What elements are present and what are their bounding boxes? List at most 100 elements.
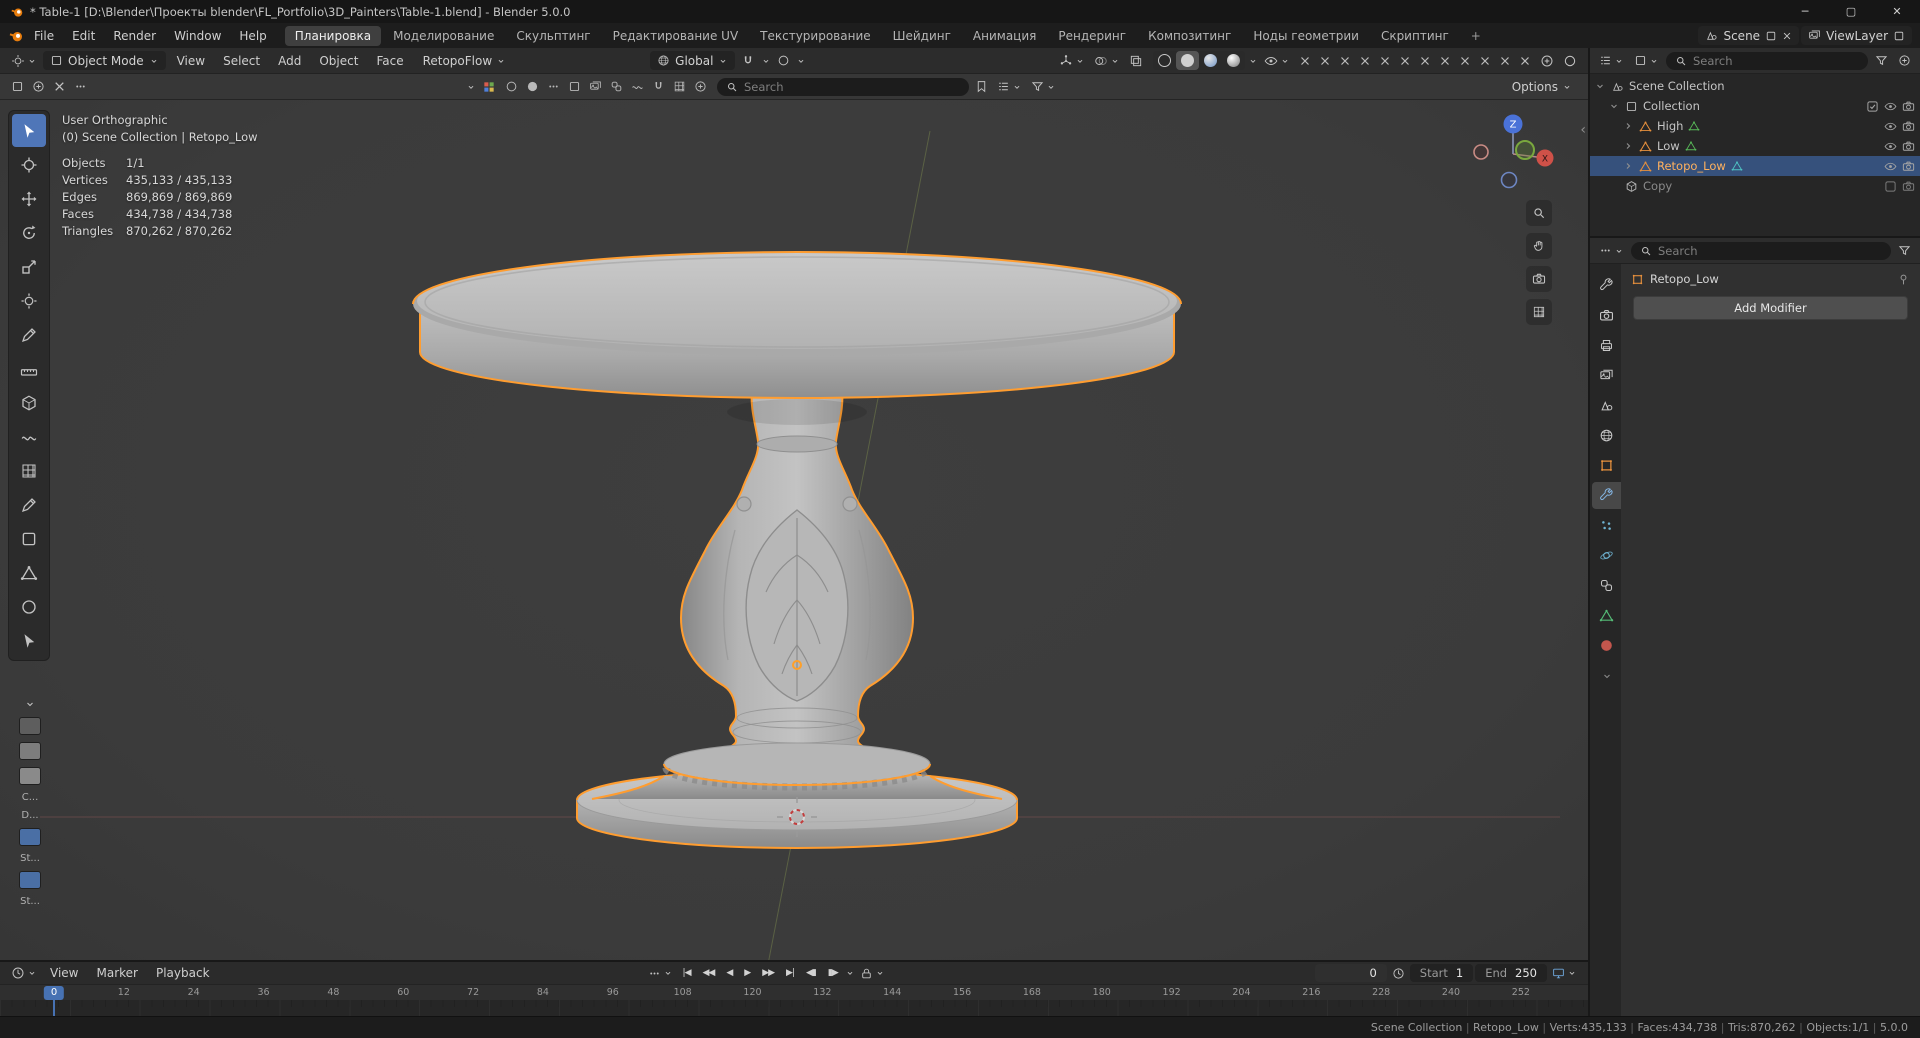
copy-viewlayer-icon[interactable] [1893,30,1905,42]
camera-icon[interactable] [1902,160,1915,173]
pan-button[interactable] [1526,233,1552,259]
side-label[interactable]: D... [21,810,38,821]
properties-search-input[interactable]: Search [1631,241,1891,260]
sidebar-toggle[interactable]: ‹ [1580,122,1586,138]
transport-prev-keyframe[interactable]: ◀◀ [698,966,720,980]
select-mode-extend[interactable] [29,78,48,95]
tool-setting-circle[interactable] [691,78,710,95]
addon-tool-button-7[interactable] [1416,53,1434,69]
tool-rf-patches[interactable] [12,522,46,555]
visibility-dropdown[interactable] [1261,52,1293,70]
properties-tab-output[interactable] [1592,332,1621,359]
navigation-gizmo[interactable]: Z X [1468,106,1558,196]
timeline-menu-3[interactable]: Playback [148,964,218,982]
editor-type-button[interactable] [8,52,40,70]
y-axis-ball[interactable] [1515,140,1535,160]
scene-selector[interactable]: Scene [1698,26,1800,45]
chevron-right-icon[interactable] [1622,160,1634,172]
step-frame-back[interactable]: ◀▮ [801,966,821,980]
workspace-tab-4[interactable]: Редактирование UV [603,26,749,46]
xray-toggle[interactable] [1126,52,1146,70]
viewport-menu-4[interactable]: Object [311,52,366,70]
workspace-tab-7[interactable]: Анимация [963,26,1046,46]
chevron-down-icon[interactable] [466,82,476,92]
outliner-row[interactable]: Copy [1590,176,1920,196]
side-swatch[interactable] [19,871,41,889]
minimize-button[interactable]: ─ [1782,0,1828,23]
properties-filter-button[interactable] [1895,242,1914,259]
keying-options-chevron-icon[interactable] [845,968,855,978]
playback-sync-dropdown[interactable] [645,965,676,982]
properties-tab-material[interactable] [1592,632,1621,659]
snap-options-chevron-icon[interactable] [761,56,771,66]
add-modifier-button[interactable]: Add Modifier [1633,296,1908,320]
app-menu-4[interactable]: Window [166,27,229,45]
current-frame-indicator[interactable]: 0 [43,986,65,1000]
3d-viewport[interactable]: C... D... St... St... User Orthographic (0)… [0,100,1588,960]
tool-rf-tweak[interactable] [12,624,46,657]
workspace-tab-11[interactable]: Скриптинг [1371,26,1459,46]
circle-button[interactable] [1560,52,1580,70]
outliner-display-mode-button[interactable] [1631,52,1662,69]
camera-icon[interactable] [1902,120,1915,133]
proportional-edit-toggle[interactable] [774,52,793,69]
mode-selector[interactable]: Object Mode [43,51,166,70]
addon-tool-button-9[interactable] [1456,53,1474,69]
workspace-add-button[interactable]: + [1461,26,1491,46]
bookmark-button[interactable] [972,78,991,95]
timeline-menu-2[interactable]: Marker [88,964,145,982]
snap-toggle[interactable] [738,52,758,70]
workspace-tab-10[interactable]: Ноды геометрии [1243,26,1369,46]
table-object[interactable] [412,251,1182,849]
properties-tab-physics[interactable] [1592,542,1621,569]
outliner-row[interactable]: Retopo_Low [1590,156,1920,176]
unlink-scene-icon[interactable] [1782,31,1792,41]
properties-tab-tool[interactable] [1592,272,1621,299]
lock-toggle[interactable] [857,965,888,982]
timeline-track[interactable] [0,1000,1588,1016]
tool-rf-polypen[interactable] [12,556,46,589]
tool-add-cube[interactable] [12,386,46,419]
outliner-editor-type-button[interactable] [1596,52,1627,69]
tool-rf-strokes[interactable] [12,488,46,521]
chevron-down-icon[interactable] [1608,100,1620,112]
tool-rotate[interactable] [12,216,46,249]
current-frame-field[interactable]: 0 [1314,964,1387,982]
neg-x-axis-ball[interactable] [1473,144,1489,160]
side-swatch[interactable] [19,717,41,735]
properties-tab-render[interactable] [1592,302,1621,329]
tool-search-input[interactable]: Search [717,77,969,96]
shading-rendered-button[interactable] [1222,51,1245,70]
workspace-tab-1[interactable]: Планировка [284,25,382,46]
tool-setting-mirror[interactable] [607,78,626,95]
side-swatch[interactable] [19,767,41,785]
neg-z-axis-ball[interactable] [1500,171,1518,189]
tool-cursor[interactable] [12,148,46,181]
outliner-search-input[interactable]: Search [1666,51,1868,70]
options-menu[interactable]: Options [1504,78,1580,96]
timeline-editor-type-button[interactable] [8,964,40,982]
color-palette-button[interactable] [479,78,499,96]
select-mode-new[interactable] [8,78,27,95]
outliner-row[interactable]: High [1590,116,1920,136]
properties-tab-view-layer[interactable] [1592,362,1621,389]
side-swatch[interactable] [19,828,41,846]
blender-app-menu-icon[interactable] [8,28,24,44]
eye-icon[interactable] [1884,100,1897,113]
camera-icon[interactable] [1902,100,1915,113]
tool-setting-layers[interactable] [586,78,605,95]
transport-play-reverse[interactable]: ◀ [721,966,737,980]
shading-options-chevron-icon[interactable] [1248,56,1258,66]
transport-next-keyframe[interactable]: ▶▶ [757,966,779,980]
properties-tab-scene[interactable] [1592,392,1621,419]
transport-jump-end[interactable]: ▶| [781,966,799,980]
addon-tool-button-4[interactable] [1356,53,1374,69]
chevron-down-icon[interactable] [24,698,36,710]
breadcrumb-object-name[interactable]: Retopo_Low [1650,272,1719,286]
tool-setting-mask[interactable] [502,78,521,95]
camera-icon[interactable] [1902,140,1915,153]
tool-rf-contours[interactable] [12,420,46,453]
toggle-ortho-button[interactable] [1526,299,1552,325]
close-button[interactable]: ✕ [1874,0,1920,23]
pin-icon[interactable] [1897,273,1910,286]
